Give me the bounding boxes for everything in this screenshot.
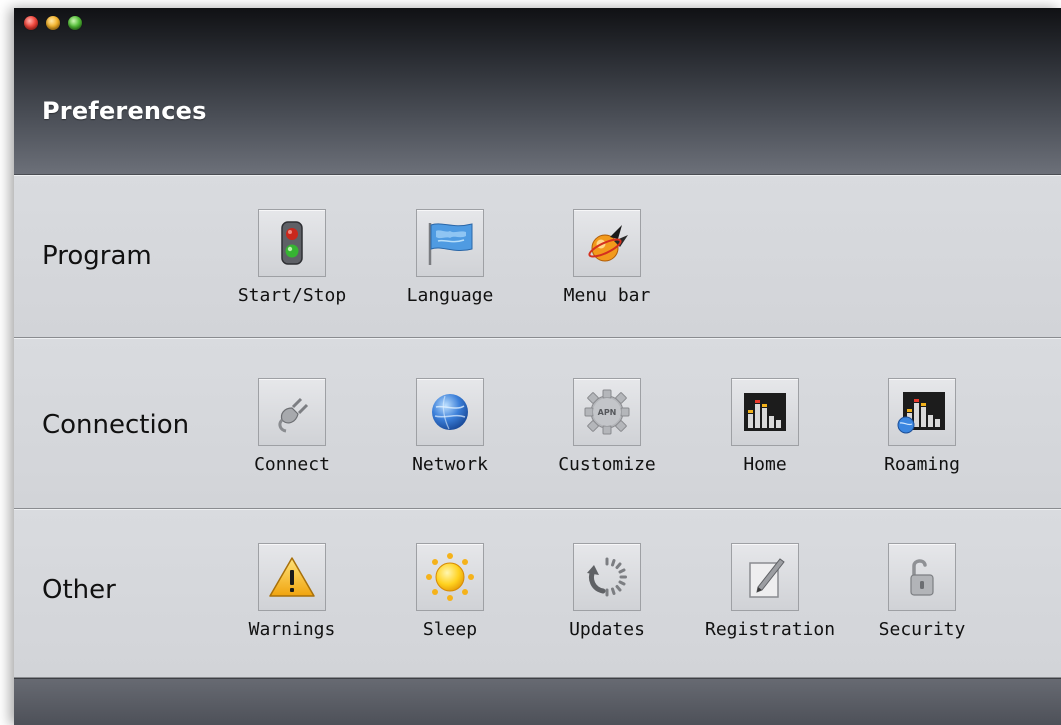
menubar-bird-icon (588, 225, 628, 262)
title-bar: Preferences (14, 8, 1061, 175)
close-button[interactable] (24, 16, 38, 30)
window-footer (14, 678, 1061, 725)
pref-menu-bar[interactable]: Menu bar (547, 209, 667, 306)
connect-icon-box[interactable] (258, 378, 326, 446)
pref-home[interactable]: Home (705, 378, 825, 475)
pref-updates[interactable]: Updates (547, 543, 667, 640)
pref-sleep[interactable]: Sleep (390, 543, 510, 640)
section-label-program: Program (42, 241, 152, 271)
pref-network[interactable]: Network (390, 378, 510, 475)
home-icon-box[interactable] (731, 378, 799, 446)
sleep-icon-box[interactable] (416, 543, 484, 611)
menu-bar-label: Menu bar (563, 285, 651, 306)
network-icon-box[interactable] (416, 378, 484, 446)
window-title: Preferences (42, 97, 207, 125)
pref-language[interactable]: Language (390, 209, 510, 306)
update-arrows-icon (587, 557, 627, 597)
home-label: Home (743, 454, 787, 475)
globe-icon (432, 394, 468, 430)
signal-bars-globe-icon (897, 392, 945, 434)
sun-icon (426, 553, 474, 601)
updates-label: Updates (569, 619, 645, 640)
connect-label: Connect (254, 454, 330, 475)
pref-connect[interactable]: Connect (232, 378, 352, 475)
warning-icon (269, 557, 315, 597)
registration-label: Registration (705, 619, 836, 640)
menu-bar-icon-box[interactable] (573, 209, 641, 277)
security-label: Security (878, 619, 966, 640)
language-label: Language (406, 285, 494, 306)
language-icon-box[interactable] (416, 209, 484, 277)
traffic-light-icon (281, 221, 303, 265)
warnings-icon-box[interactable] (258, 543, 326, 611)
pref-customize[interactable]: APN Customize (547, 378, 667, 475)
section-label-other: Other (42, 575, 116, 605)
warnings-label: Warnings (248, 619, 336, 640)
section-program: Program Start/Stop Language Menu bar (14, 175, 1061, 338)
window-controls (24, 16, 82, 30)
roaming-icon-box[interactable] (888, 378, 956, 446)
pref-roaming[interactable]: Roaming (862, 378, 982, 475)
apn-text: APN (598, 408, 617, 417)
security-icon-box[interactable] (888, 543, 956, 611)
pref-warnings[interactable]: Warnings (232, 543, 352, 640)
start-stop-label: Start/Stop (237, 285, 347, 306)
sleep-label: Sleep (422, 619, 478, 640)
section-label-connection: Connection (42, 410, 190, 440)
network-label: Network (412, 454, 488, 475)
customize-label: Customize (558, 454, 656, 475)
section-connection: Connection Connect Network APN Customize… (14, 338, 1061, 509)
minimize-button[interactable] (46, 16, 60, 30)
apn-gear-icon: APN (584, 389, 630, 435)
pref-start-stop[interactable]: Start/Stop (232, 209, 352, 306)
start-stop-icon-box[interactable] (258, 209, 326, 277)
customize-icon-box[interactable]: APN (573, 378, 641, 446)
zoom-button[interactable] (68, 16, 82, 30)
flag-icon (428, 223, 473, 265)
pref-registration[interactable]: Registration (705, 543, 836, 640)
updates-icon-box[interactable] (573, 543, 641, 611)
roaming-label: Roaming (884, 454, 960, 475)
signal-bars-icon (744, 393, 786, 431)
pref-security[interactable]: Security (862, 543, 982, 640)
preferences-window: Preferences Program Start/Stop Language … (14, 8, 1061, 725)
plug-icon (278, 397, 309, 433)
section-other: Other Warnings Sleep Updates Registratio… (14, 509, 1061, 678)
pencil-paper-icon (749, 558, 785, 598)
padlock-icon (910, 559, 934, 596)
registration-icon-box[interactable] (731, 543, 799, 611)
